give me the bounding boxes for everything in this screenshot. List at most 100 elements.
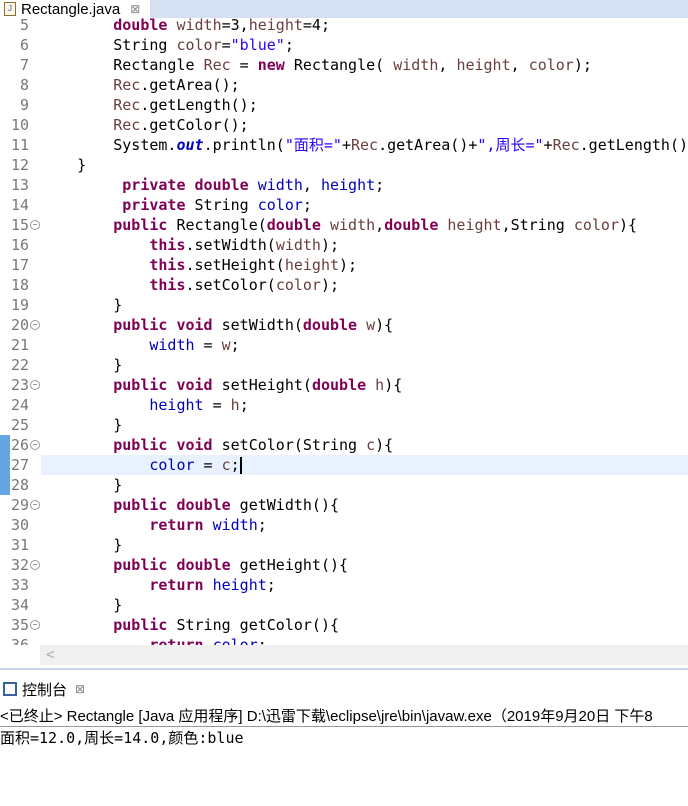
code-line[interactable]: 20− public void setWidth(double w){ [0,315,688,335]
fold-toggle-icon[interactable]: − [30,560,40,570]
fold-toggle-icon[interactable]: − [30,220,40,230]
text-caret [239,457,242,474]
code-text: width = w; [149,336,240,354]
code-line[interactable]: 30 return width; [0,515,688,535]
line-number: 31 [10,536,29,554]
line-number: 20 [10,316,29,334]
line-number: 17 [10,256,29,274]
line-number: 24 [10,396,29,414]
code-line[interactable]: 8 Rec.getArea(); [0,75,688,95]
line-number: 35 [10,616,29,634]
code-line[interactable]: 35− public String getColor(){ [0,615,688,635]
code-line[interactable]: 22 } [0,355,688,375]
code-text: public String getColor(){ [113,616,340,634]
code-line[interactable]: 23− public void setHeight(double h){ [0,375,688,395]
fold-toggle-icon[interactable]: − [30,500,40,510]
code-line[interactable]: 33 return height; [0,575,688,595]
code-line[interactable]: 9 Rec.getLength(); [0,95,688,115]
line-number: 12 [10,156,29,174]
code-text: public double getHeight(){ [113,556,349,574]
code-text: public void setWidth(double w){ [113,316,394,334]
code-line[interactable]: 18 this.setColor(color); [0,275,688,295]
code-line[interactable]: 10 Rec.getColor(); [0,115,688,135]
code-text: Rec.getLength(); [113,96,258,114]
code-text: Rec.getArea(); [113,76,240,94]
code-text: return color; [149,636,267,645]
code-line[interactable]: 11 System.out.println("面积="+Rec.getArea(… [0,135,688,155]
code-line[interactable]: 16 this.setWidth(width); [0,235,688,255]
line-number: 21 [10,336,29,354]
code-line[interactable]: 27 color = c; [0,455,688,475]
code-text: String color="blue"; [41,36,294,54]
close-icon[interactable]: ⊠ [130,2,140,16]
fold-toggle-icon[interactable]: − [30,440,40,450]
line-number: 36 [10,636,29,645]
line-number: 6 [19,36,29,54]
code-text: private String color; [122,196,312,214]
code-text: } [41,356,123,374]
code-text: System.out.println("面积="+Rec.getArea()+"… [41,136,688,154]
tab-rectangle-java[interactable]: J Rectangle.java ⊠ [0,0,150,18]
code-line[interactable]: 31 } [0,535,688,555]
code-line[interactable]: 28 } [0,475,688,495]
line-number: 15 [10,216,29,234]
fold-toggle-icon[interactable]: − [30,380,40,390]
scroll-left-icon[interactable]: < [46,647,54,663]
code-line[interactable]: 36 return color; [0,635,688,645]
code-text: Rectangle Rec = new Rectangle( width, he… [41,56,592,74]
code-text: this.setHeight(height); [149,256,358,274]
code-line[interactable]: 7 Rectangle Rec = new Rectangle( width, … [0,55,688,75]
code-line[interactable]: 6 String color="blue"; [0,35,688,55]
line-number: 30 [10,516,29,534]
line-number: 8 [19,76,29,94]
code-text: double width=3,height=4; [113,18,330,34]
code-line[interactable]: 25 } [0,415,688,435]
horizontal-scrollbar[interactable]: < [40,645,688,665]
code-line[interactable]: 12 } [0,155,688,175]
tab-title: Rectangle.java [21,0,121,18]
code-line[interactable]: 19 } [0,295,688,315]
code-text: return width; [149,516,267,534]
code-text: public double getWidth(){ [113,496,340,514]
code-text: return height; [149,576,276,594]
code-line[interactable]: 13 private double width, height; [0,175,688,195]
line-number: 23 [10,376,29,394]
console-icon [3,682,17,696]
code-line[interactable]: 32− public double getHeight(){ [0,555,688,575]
code-line[interactable]: 15− public Rectangle(double width,double… [0,215,688,235]
fold-toggle-icon[interactable]: − [30,620,40,630]
editor-tab-bar: J Rectangle.java ⊠ [0,0,688,18]
code-line[interactable]: 5 double width=3,height=4; [0,18,688,35]
line-number: 33 [10,576,29,594]
tab-console[interactable]: 控制台 ⊠ [0,675,90,703]
code-line[interactable]: 29− public double getWidth(){ [0,495,688,515]
code-text: } [41,156,87,174]
code-line[interactable]: 14 private String color; [0,195,688,215]
code-text: } [41,296,123,314]
line-number: 9 [19,96,29,114]
line-number: 11 [10,136,29,154]
line-number: 16 [10,236,29,254]
code-text: private double width, height; [122,176,385,194]
code-text: height = h; [149,396,249,414]
code-line[interactable]: 21 width = w; [0,335,688,355]
console-output: 面积=12.0,周长=14.0,颜色:blue [0,729,244,747]
code-text: this.setWidth(width); [149,236,340,254]
code-editor[interactable]: 5 double width=3,height=4; 6 String color… [0,18,688,645]
code-text: public void setColor(String c){ [113,436,394,454]
line-number: 7 [19,56,29,74]
line-number: 29 [10,496,29,514]
line-number: 19 [10,296,29,314]
console-header: <已终止> Rectangle [Java 应用程序] D:\迅雷下载\ecli… [0,706,688,727]
line-number: 34 [10,596,29,614]
code-line[interactable]: 26− public void setColor(String c){ [0,435,688,455]
fold-toggle-icon[interactable]: − [30,320,40,330]
close-icon[interactable]: ⊠ [75,682,85,696]
code-text: this.setColor(color); [149,276,340,294]
code-text: } [41,536,123,554]
code-line[interactable]: 17 this.setHeight(height); [0,255,688,275]
console-tab-label: 控制台 [22,681,68,699]
code-line[interactable]: 34 } [0,595,688,615]
line-number: 32 [10,556,29,574]
code-line[interactable]: 24 height = h; [0,395,688,415]
